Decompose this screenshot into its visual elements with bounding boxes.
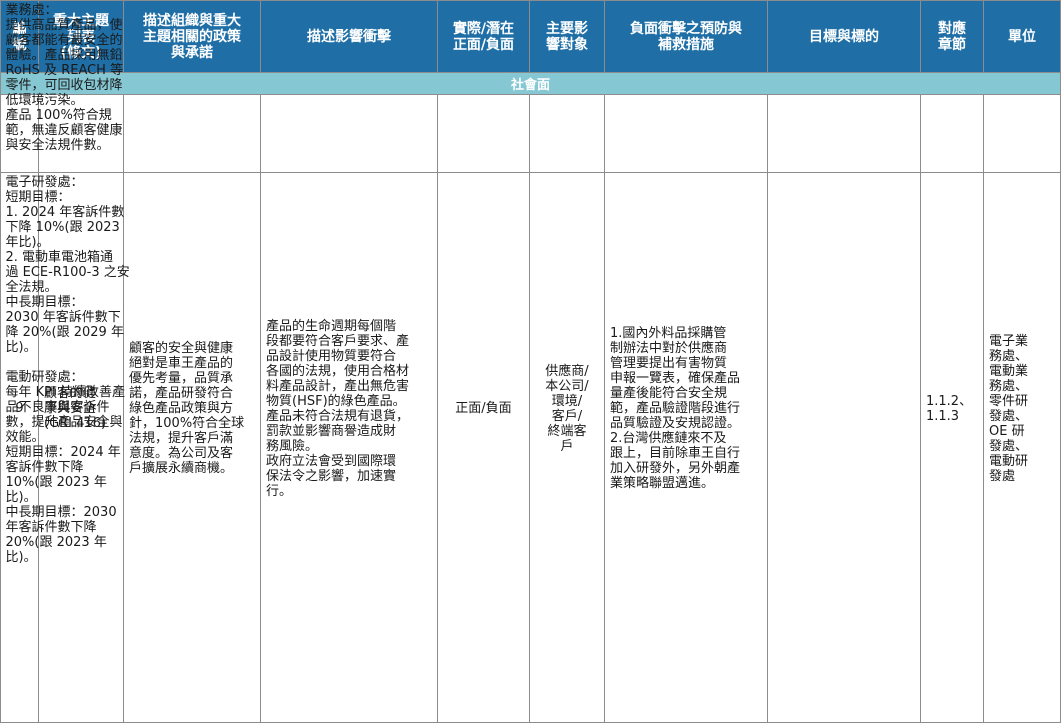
materiality-table: 編 號 重大主題 列表 (條文) 描述組織與重大 主題相關的政策 與承諾 描述影… [0,0,1061,723]
goals-subtable: 業務處： 提供高品質產品，使 顧客都能有最安全的 體驗。產品採用無鉛 RoHS … [0,0,1061,723]
goals-sales-dept: 業務處： 提供高品質產品，使 顧客都能有最安全的 體驗。產品採用無鉛 RoHS … [0,0,1061,173]
table-row: 9 顧客的健 康與安全 (GRI 416) 顧客的安全與健康 絕對是車王產品的 … [0,0,1061,723]
row-goals: 業務處： 提供高品質產品，使 顧客都能有最安全的 體驗。產品採用無鉛 RoHS … [0,0,1061,723]
goals-rd-depts: 電子研發處： 短期目標： 1. 2024 年客訴件數 下降 10%(跟 2023… [5,175,130,565]
